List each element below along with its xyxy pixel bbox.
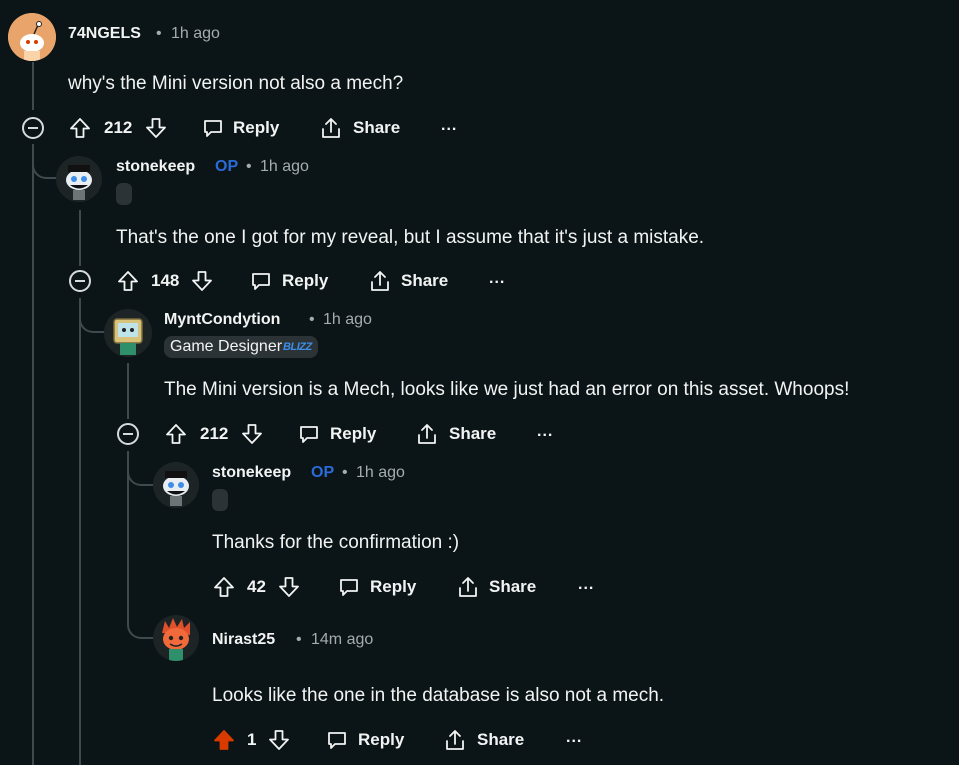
timestamp[interactable]: 1h ago xyxy=(260,158,309,176)
meta-dot: • xyxy=(309,311,315,328)
reply-label: Reply xyxy=(370,577,417,596)
username[interactable]: Nirast25 xyxy=(212,631,275,649)
more-options-button[interactable]: ... xyxy=(441,117,457,135)
downvote-icon[interactable] xyxy=(240,422,264,446)
vote-count: 42 xyxy=(247,577,266,596)
thread-connector xyxy=(127,451,155,486)
thread-connector xyxy=(127,604,155,639)
avatar[interactable] xyxy=(153,615,199,661)
collapse-button[interactable] xyxy=(22,117,44,139)
thread-connector xyxy=(79,298,107,333)
share-icon xyxy=(459,577,477,597)
upvote-icon-active[interactable] xyxy=(212,728,236,752)
more-options-button[interactable]: ... xyxy=(578,576,594,594)
user-flair: Game Designer BLIZZ xyxy=(164,336,318,358)
more-options-button[interactable]: ... xyxy=(537,423,553,441)
timestamp[interactable]: 1h ago xyxy=(171,25,220,43)
vote-group: 148 xyxy=(116,268,214,294)
comment-body: The Mini version is a Mech, looks like w… xyxy=(164,379,850,400)
share-label: Share xyxy=(401,271,449,290)
meta-dot: • xyxy=(246,158,252,175)
timestamp[interactable]: 1h ago xyxy=(356,464,405,482)
more-options-button[interactable]: ... xyxy=(566,729,582,747)
comment-body: That's the one I got for my reveal, but … xyxy=(116,227,705,248)
op-badge: OP xyxy=(215,158,239,175)
vote-count: 212 xyxy=(104,118,133,137)
reply-icon xyxy=(340,579,358,596)
avatar[interactable] xyxy=(153,462,199,508)
share-button[interactable]: Share xyxy=(443,727,524,753)
upvote-icon[interactable] xyxy=(164,422,188,446)
avatar[interactable] xyxy=(8,13,56,61)
reply-label: Reply xyxy=(330,424,377,443)
share-icon xyxy=(322,118,340,138)
upvote-icon[interactable] xyxy=(68,116,92,140)
vote-group: 212 xyxy=(164,421,264,447)
timestamp[interactable]: 14m ago xyxy=(311,631,373,649)
comment-body: Looks like the one in the database is al… xyxy=(212,685,665,706)
share-icon xyxy=(446,730,464,750)
downvote-icon[interactable] xyxy=(267,728,291,752)
collapse-button[interactable] xyxy=(117,423,139,445)
reply-label: Reply xyxy=(358,730,405,749)
share-button[interactable]: Share xyxy=(368,268,448,294)
vote-group: 42 xyxy=(212,574,301,600)
comment-body: why's the Mini version not also a mech? xyxy=(68,73,404,94)
reply-icon xyxy=(328,732,346,749)
share-label: Share xyxy=(449,424,497,443)
share-button[interactable]: Share xyxy=(415,421,496,447)
downvote-icon[interactable] xyxy=(144,116,168,140)
reply-button[interactable]: Reply xyxy=(297,421,376,447)
reply-button[interactable]: Reply xyxy=(249,268,328,294)
blizzard-logo: BLIZZ xyxy=(283,341,312,353)
reply-label: Reply xyxy=(282,271,329,290)
vote-count: 212 xyxy=(200,424,229,443)
flair-text: Game Designer xyxy=(170,338,283,355)
reply-button[interactable]: Reply xyxy=(325,727,404,753)
username[interactable]: MyntCondytion xyxy=(164,311,280,329)
upvote-icon[interactable] xyxy=(116,269,140,293)
avatar[interactable] xyxy=(104,309,152,357)
collapse-button[interactable] xyxy=(69,270,91,292)
downvote-icon[interactable] xyxy=(277,575,301,599)
vote-count: 148 xyxy=(151,271,180,290)
reply-label: Reply xyxy=(233,118,280,137)
reply-icon xyxy=(252,273,270,290)
share-label: Share xyxy=(353,118,401,137)
avatar[interactable] xyxy=(56,156,102,202)
username[interactable]: 74NGELS xyxy=(68,25,141,43)
reply-icon xyxy=(300,426,318,443)
vote-group: 212 xyxy=(68,115,168,141)
share-label: Share xyxy=(477,730,525,749)
comment-body: Thanks for the confirmation :) xyxy=(212,532,460,553)
username[interactable]: stonekeep xyxy=(116,158,195,176)
meta-dot: • xyxy=(296,631,302,648)
thread-line xyxy=(127,484,129,618)
username[interactable]: stonekeep xyxy=(212,464,291,482)
reply-icon xyxy=(204,120,222,137)
more-options-button[interactable]: ... xyxy=(489,270,505,288)
user-flair xyxy=(116,183,132,205)
meta-dot: • xyxy=(342,464,348,481)
op-badge: OP xyxy=(311,464,335,481)
thread-line xyxy=(79,298,81,765)
thread-line xyxy=(79,210,81,266)
share-icon xyxy=(371,271,389,291)
vote-group: 1 xyxy=(212,727,291,753)
downvote-icon[interactable] xyxy=(190,269,214,293)
timestamp[interactable]: 1h ago xyxy=(323,311,372,329)
vote-count: 1 xyxy=(247,730,257,749)
meta-dot: • xyxy=(156,25,162,42)
thread-line xyxy=(32,144,34,765)
user-flair xyxy=(212,489,228,511)
share-button[interactable]: Share xyxy=(456,574,536,600)
thread-line xyxy=(127,363,129,419)
share-label: Share xyxy=(489,577,537,596)
share-button[interactable]: Share xyxy=(319,115,400,141)
reply-button[interactable]: Reply xyxy=(337,574,416,600)
reply-button[interactable]: Reply xyxy=(201,115,279,141)
share-icon xyxy=(418,424,436,444)
upvote-icon[interactable] xyxy=(212,575,236,599)
thread-line xyxy=(32,62,34,110)
